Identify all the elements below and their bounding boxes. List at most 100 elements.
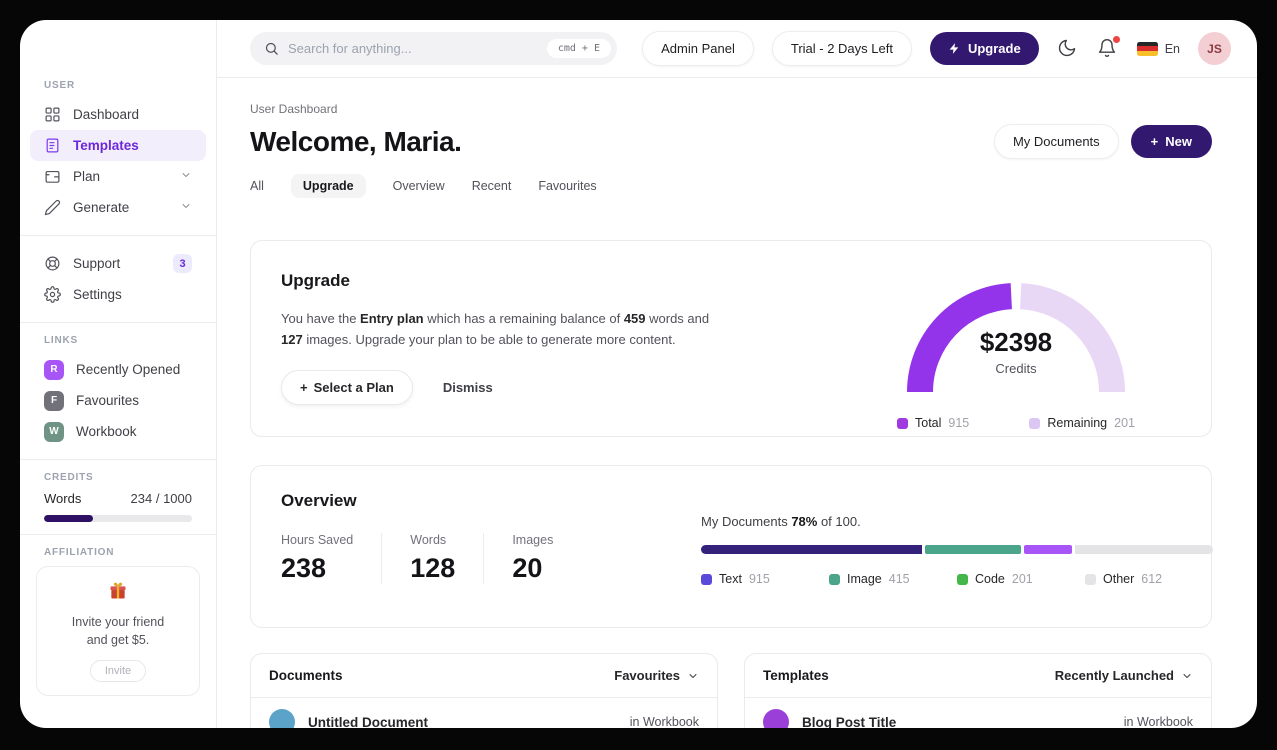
- templates-filter-dropdown[interactable]: Recently Launched: [1055, 668, 1193, 683]
- documents-usage-chart: My Documents 78% of 100. Text 915 Image …: [701, 491, 1213, 602]
- wallet-icon: [45, 170, 60, 183]
- template-list-item[interactable]: Blog Post Title in Workbook: [745, 698, 1211, 728]
- link-initial-badge: W: [44, 421, 64, 442]
- sidebar-item-label: Dashboard: [73, 107, 140, 122]
- dashboard-grid-icon: [45, 107, 60, 122]
- gauge-caption: Credits: [995, 361, 1037, 376]
- sidebar-item-templates[interactable]: Templates: [30, 130, 206, 161]
- search-bar[interactable]: cmd + E: [250, 32, 617, 65]
- chevron-down-icon: [1183, 673, 1191, 678]
- gauge-amount: $2398: [979, 327, 1053, 357]
- lifebuoy-icon: [45, 256, 60, 271]
- tab-favourites[interactable]: Favourites: [538, 179, 596, 193]
- gauge-center-text: $2398 Credits: [891, 327, 1141, 376]
- trial-status-button[interactable]: Trial - 2 Days Left: [771, 31, 912, 66]
- search-input[interactable]: [288, 41, 547, 56]
- notification-dot: [1112, 35, 1120, 43]
- credits-progress-track: [44, 515, 192, 522]
- upgrade-card: Upgrade You have the Entry plan which ha…: [250, 240, 1212, 437]
- bar-segment-text: [701, 545, 923, 554]
- tab-upgrade[interactable]: Upgrade: [290, 174, 366, 198]
- sidebar-item-label: Support: [73, 256, 121, 271]
- sidebar-link-favourites[interactable]: F Favourites: [30, 385, 206, 416]
- gauge-legend: Total 915 Remaining 201: [891, 416, 1141, 430]
- tab-recent[interactable]: Recent: [472, 179, 512, 193]
- credits-words-row: Words 234 / 1000: [44, 491, 192, 506]
- gear-icon: [44, 286, 61, 303]
- sidebar: USER Dashboard Templates Plan Generate S…: [20, 20, 217, 728]
- tab-all[interactable]: All: [250, 179, 264, 193]
- overview-title: Overview: [281, 491, 357, 510]
- select-plan-button[interactable]: + Select a Plan: [281, 370, 413, 406]
- breadcrumb: User Dashboard: [250, 102, 338, 116]
- avatar[interactable]: JS: [1198, 32, 1231, 65]
- upgrade-card-body: You have the Entry plan which has a rema…: [281, 311, 710, 348]
- sidebar-item-settings[interactable]: Settings: [30, 279, 206, 310]
- topbar-right: Admin Panel Trial - 2 Days Left Upgrade: [642, 31, 1231, 66]
- sidebar-item-dashboard[interactable]: Dashboard: [30, 99, 206, 130]
- documents-card-title: Documents: [269, 668, 343, 683]
- stat-images: Images 20: [483, 533, 581, 584]
- gift-icon: [110, 582, 126, 599]
- admin-panel-button[interactable]: Admin Panel: [642, 31, 754, 66]
- templates-doc-icon: [46, 138, 59, 153]
- chevron-down-icon: [689, 673, 697, 678]
- moon-icon: [1058, 39, 1075, 56]
- document-list-item[interactable]: Untitled Document in Workbook: [251, 698, 717, 728]
- sidebar-item-label: Settings: [73, 287, 122, 302]
- sidebar-section-user: USER: [44, 80, 75, 91]
- dark-mode-toggle[interactable]: [1057, 38, 1079, 60]
- sidebar-link-recently-opened[interactable]: R Recently Opened: [30, 354, 206, 385]
- credits-gauge-chart: $2398 Credits Total 915 Remaining 201: [891, 271, 1141, 430]
- legend-swatch: [1029, 417, 1041, 429]
- templates-card-title: Templates: [763, 668, 829, 683]
- legend-swatch: [701, 573, 712, 585]
- my-documents-button[interactable]: My Documents: [993, 124, 1119, 159]
- sidebar-item-plan[interactable]: Plan: [30, 161, 206, 192]
- german-flag-icon: [1136, 41, 1158, 56]
- sidebar-item-generate[interactable]: Generate: [30, 192, 206, 223]
- sidebar-section-credits: CREDITS: [44, 472, 94, 483]
- template-title: Blog Post Title: [802, 714, 897, 729]
- legend-other: Other 612: [1085, 572, 1213, 586]
- link-label: Workbook: [76, 424, 137, 439]
- legend-swatch: [1085, 573, 1096, 585]
- bar-segment-code: [1023, 545, 1072, 554]
- upgrade-button[interactable]: Upgrade: [929, 32, 1039, 65]
- topbar: cmd + E Admin Panel Trial - 2 Days Left …: [217, 20, 1257, 78]
- language-selector[interactable]: En: [1136, 41, 1180, 56]
- stat-hours-saved: Hours Saved 238: [281, 533, 354, 583]
- dismiss-button[interactable]: Dismiss: [443, 380, 493, 395]
- support-badge: 3: [173, 254, 192, 273]
- chevron-down-icon: [180, 169, 192, 184]
- notifications-button[interactable]: [1097, 35, 1120, 60]
- link-initial-badge: R: [44, 359, 64, 380]
- affiliation-text: Invite your friend and get $5.: [71, 615, 165, 648]
- invite-button[interactable]: Invite: [89, 660, 147, 683]
- chevron-down-icon: [180, 200, 192, 215]
- legend-image: Image 415: [829, 572, 957, 586]
- stacked-progress-bar: [701, 545, 1213, 554]
- sidebar-link-workbook[interactable]: W Workbook: [30, 416, 206, 447]
- template-avatar: [763, 709, 789, 728]
- link-label: Recently Opened: [76, 362, 181, 377]
- bar-legend: Text 915 Image 415 Code 201 Other 612: [701, 572, 1213, 586]
- documents-filter-dropdown[interactable]: Favourites: [614, 668, 699, 683]
- template-location: in Workbook: [1123, 715, 1193, 728]
- legend-swatch: [829, 573, 840, 585]
- device-frame: USER Dashboard Templates Plan Generate S…: [0, 0, 1277, 750]
- stat-words: Words 128: [381, 533, 483, 584]
- link-initial-badge: F: [44, 390, 64, 411]
- lightning-icon: [949, 43, 959, 54]
- sidebar-item-support[interactable]: Support 3: [30, 248, 206, 279]
- upgrade-card-title: Upgrade: [281, 271, 350, 290]
- link-label: Favourites: [76, 393, 140, 408]
- new-button[interactable]: + New: [1130, 125, 1212, 158]
- credits-value: 234 / 1000: [130, 491, 192, 506]
- legend-remaining: Remaining 201: [1029, 416, 1135, 430]
- pencil-icon: [44, 199, 61, 216]
- tab-overview[interactable]: Overview: [393, 179, 445, 193]
- overview-card: Overview Hours Saved 238 Words 128 Image…: [250, 465, 1213, 628]
- legend-swatch: [897, 417, 908, 429]
- credits-label: Words: [44, 491, 82, 506]
